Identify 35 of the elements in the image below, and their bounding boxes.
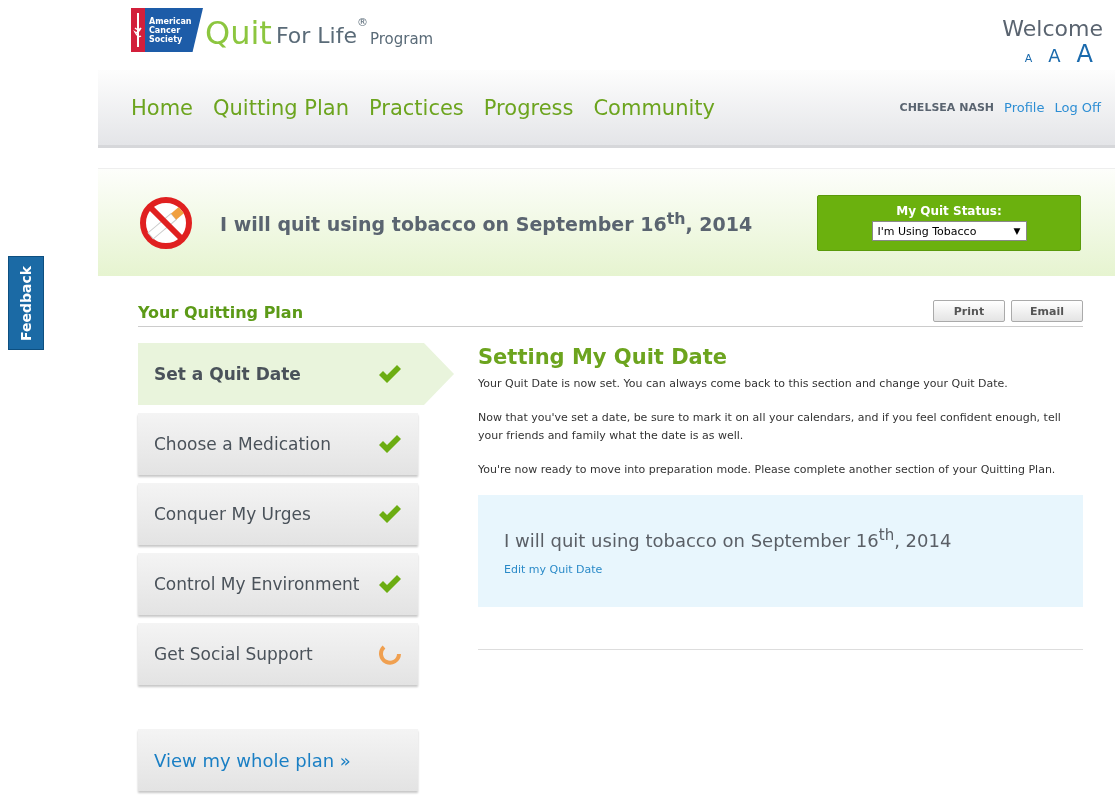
logo-text: American: [149, 16, 193, 26]
plan-step[interactable]: Control My Environment: [138, 553, 418, 615]
quit-status-label: My Quit Status:: [896, 204, 1002, 218]
welcome-text: Welcome: [1002, 16, 1103, 41]
edit-date-link[interactable]: Edit my Quit Date: [504, 563, 1057, 576]
plan-step[interactable]: Set a Quit Date: [138, 343, 454, 405]
view-plan-link[interactable]: View my whole plan »: [138, 729, 418, 791]
action-button[interactable]: Print: [933, 300, 1005, 322]
plan-step[interactable]: Get Social Support: [138, 623, 418, 685]
logo-text: ®: [356, 16, 368, 29]
paragraph: Your Quit Date is now set. You can always come back to this section and change your Quit Date.: [478, 376, 1009, 392]
quit-date-headline: I will quit using tobacco on September 16$^{th}$, 2014: [220, 209, 753, 236]
logo-text: Quit: [205, 14, 272, 52]
paragraph: Now that you've set a date, be sure to mark it on all your calendars, and if you feel confident enough, tell your friends and family what the date is as well.: [478, 410, 1062, 444]
no-smoking-icon: [138, 194, 194, 251]
section-title: Your Quitting Plan: [138, 303, 304, 322]
logo-text: For Life: [275, 22, 357, 50]
content-heading: Setting My Quit Date: [478, 345, 729, 369]
account-link[interactable]: Log Off: [1054, 100, 1101, 115]
plan-step[interactable]: Conquer My Urges: [138, 483, 418, 545]
account-link[interactable]: Profile: [1004, 100, 1045, 115]
plan-step[interactable]: Choose a Medication: [138, 413, 418, 475]
quit-date-text: I will quit using tobacco on September 16$^{th}$, 2014: [504, 526, 953, 551]
logo-text: Program: [369, 29, 434, 50]
text-size-link[interactable]: A: [1076, 41, 1093, 67]
text-size-link[interactable]: A: [1024, 46, 1033, 72]
cancer-society-logo-icon: [131, 8, 145, 52]
text-size-link[interactable]: A: [1048, 43, 1061, 69]
user-name: CHELSEA NASH: [899, 101, 995, 114]
logo-text: Cancer: [149, 25, 182, 35]
quit-status-dropdown[interactable]: I'm Using Tobacco ▼: [871, 221, 1027, 241]
feedback-tab[interactable]: Feedback: [8, 256, 44, 350]
action-button[interactable]: Email: [1011, 300, 1083, 322]
logo-text: Society: [149, 34, 184, 44]
paragraph: You're now ready to move into preparation mode. Please complete another section of your Quitting Plan.: [478, 462, 1057, 478]
